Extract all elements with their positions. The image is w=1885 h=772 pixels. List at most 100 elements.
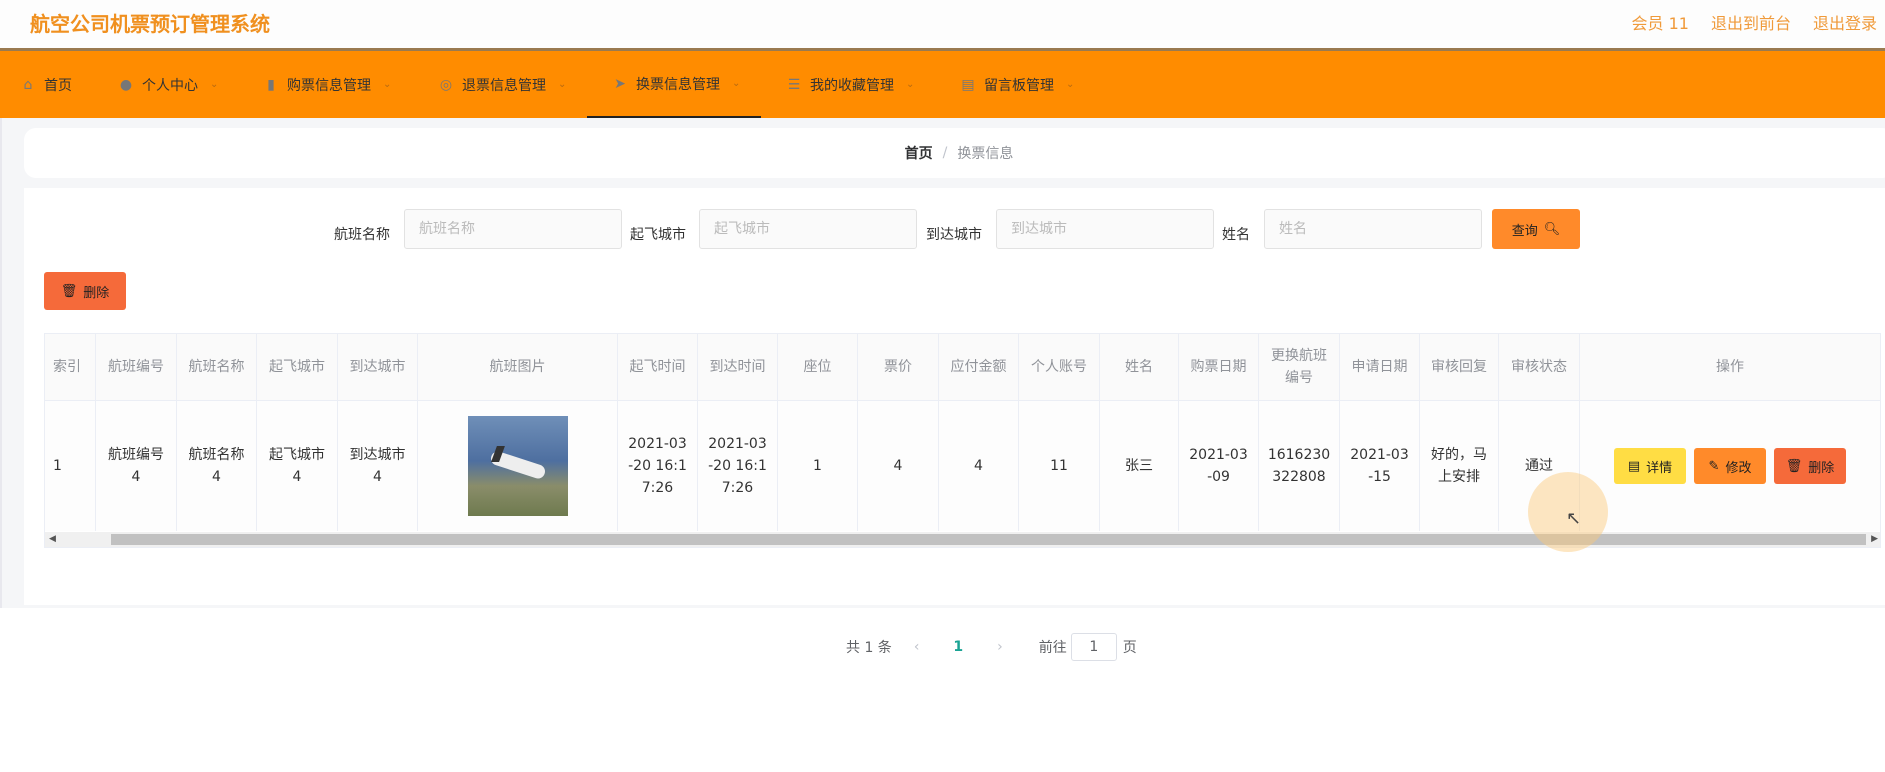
chevron-down-icon: ⌄ (732, 78, 741, 89)
top-bar: 航空公司机票预订管理系统 会员 11 退出到前台 退出登录 (0, 0, 1885, 48)
prev-page-icon[interactable]: ‹ (914, 639, 920, 655)
chevron-down-icon: ⌄ (558, 79, 567, 90)
cell-flight-no: 航班编号4 (96, 401, 177, 531)
cell-actions: ▤ 详情 ✎ 修改 🗑 删除 (1580, 401, 1880, 531)
cell-review-reply: 好的，马上安排 (1420, 401, 1499, 531)
cell-flight-image (418, 401, 618, 531)
page-number[interactable]: 1 (953, 639, 963, 655)
column-header-arrival-time: 到达时间 (698, 334, 778, 401)
logout-link[interactable]: 退出登录 (1813, 10, 1877, 34)
cell-purchase-date: 2021-03-09 (1179, 401, 1259, 531)
mouse-cursor-icon: ↖ (1566, 508, 1582, 529)
cell-new-flight-no: 1616230322808 (1259, 401, 1340, 531)
chevron-down-icon: ⌄ (1066, 79, 1075, 90)
cell-departure-city: 起飞城市4 (257, 401, 338, 531)
app-title: 航空公司机票预订管理系统 (30, 12, 270, 36)
column-header-purchase-date: 购票日期 (1179, 334, 1259, 401)
main-card: 航班名称 起飞城市 到达城市 姓名 查询🔍︎ 🗑删除 索引航班编号航班名称起飞城… (24, 188, 1885, 661)
detail-label: 详情 (1646, 460, 1673, 476)
flight-name-input[interactable] (404, 209, 622, 249)
page-suffix: 页 (1122, 640, 1137, 656)
nav-label: 留言板管理 (984, 77, 1054, 94)
back-to-front-link[interactable]: 退出到前台 (1711, 10, 1791, 34)
batch-delete-button[interactable]: 🗑 删除 (44, 272, 126, 310)
chat-icon: ▮ (267, 76, 275, 93)
delete-icon: 🗑 (1785, 458, 1803, 474)
column-header-flight-name: 航班名称 (177, 334, 257, 401)
arrival-city-input[interactable] (996, 209, 1214, 249)
nav-exchange[interactable]: ➤ 换票信息管理 ⌄ (587, 51, 761, 118)
column-header-departure-time: 起飞时间 (618, 334, 698, 401)
search-icon: 🔍︎ (1543, 221, 1561, 237)
goto-label: 前往 (1038, 640, 1067, 656)
total-count: 共 1 条 (846, 640, 892, 656)
cell-name: 张三 (1100, 401, 1179, 531)
flight-name-label: 航班名称 (334, 227, 390, 243)
edit-button[interactable]: ✎ 修改 (1694, 448, 1766, 484)
page-jump-input[interactable] (1070, 633, 1117, 661)
column-header-amount: 应付金额 (939, 334, 1019, 401)
detail-icon: ▤ (1627, 458, 1641, 474)
column-header-price: 票价 (858, 334, 939, 401)
breadcrumb-home[interactable]: 首页 (905, 143, 933, 163)
main-nav: ⌂ 首页 ● 个人中心 ⌄ ▮ 购票信息管理 ⌄ ◎ 退票信息管理 ⌄ ➤ 换票信息管理 ⌄ ☰ 我… (0, 48, 1885, 118)
nav-personal-center[interactable]: ● 个人中心 ⌄ (118, 51, 219, 118)
column-header-account: 个人账号 (1019, 334, 1100, 401)
table-header: 索引 航班编号 航班名称 起飞城市 到达城市 航班图片 起飞时间 到达时间 座位 票价 应付金额 个人… (45, 334, 1880, 401)
column-header-review-reply: 审核回复 (1420, 334, 1499, 401)
delete-label: 删除 (83, 285, 110, 301)
column-header-apply-date: 申请日期 (1340, 334, 1420, 401)
nav-favorites[interactable]: ☰ 我的收藏管理 ⌄ (786, 51, 915, 118)
breadcrumb-current: 换票信息 (957, 146, 1014, 162)
chevron-down-icon: ⌄ (906, 79, 915, 90)
column-header-new-flight-no: 更换航班编号 (1259, 334, 1340, 401)
horizontal-scrollbar[interactable]: ◀ ▶ (45, 532, 1880, 547)
member-link[interactable]: 会员 11 (1632, 10, 1689, 34)
delete-button[interactable]: 🗑 删除 (1774, 448, 1846, 484)
chevron-down-icon: ⌄ (383, 79, 392, 90)
cell-arrival-time: 2021-03-20 16:17:26 (698, 401, 778, 531)
nav-home[interactable]: ⌂ 首页 (20, 51, 72, 118)
arrival-city-label: 到达城市 (926, 227, 982, 243)
nav-refund[interactable]: ◎ 退票信息管理 ⌄ (438, 51, 567, 118)
cell-index: 1 (45, 401, 96, 531)
pagination: 共 1 条 ‹ 1 › 前往 页 (846, 633, 1137, 661)
cell-amount: 4 (939, 401, 1019, 531)
nav-label: 个人中心 (142, 77, 198, 94)
trash-icon: 🗑 (60, 283, 78, 299)
column-header-flight-no: 航班编号 (96, 334, 177, 401)
nav-purchase[interactable]: ▮ 购票信息管理 ⌄ (263, 51, 391, 118)
scroll-left-icon[interactable]: ◀ (49, 532, 56, 547)
briefcase-icon: ▤ (961, 76, 975, 93)
edit-icon: ✎ (1708, 458, 1720, 474)
scroll-right-icon[interactable]: ▶ (1871, 532, 1878, 547)
flight-image (467, 416, 568, 516)
nav-messages[interactable]: ▤ 留言板管理 ⌄ (960, 51, 1074, 118)
column-header-seat: 座位 (778, 334, 858, 401)
column-header-index: 索引 (45, 334, 96, 401)
column-header-review-status: 审核状态 (1499, 334, 1580, 401)
cell-flight-name: 航班名称4 (177, 401, 257, 531)
home-icon: ⌂ (23, 76, 33, 93)
cell-price: 4 (858, 401, 939, 531)
scrollbar-thumb[interactable] (111, 534, 1866, 545)
compass-icon: ◎ (439, 76, 453, 93)
departure-city-input[interactable] (699, 209, 917, 249)
query-button[interactable]: 查询 🔍︎ (1492, 209, 1580, 249)
detail-button[interactable]: ▤ 详情 (1614, 448, 1686, 484)
user-icon: ● (119, 76, 133, 93)
name-label: 姓名 (1222, 227, 1250, 243)
content-area: 首页 / 换票信息 航班名称 起飞城市 到达城市 姓名 查询🔍︎ 🗑删除 索引航… (0, 118, 1885, 661)
name-input[interactable] (1264, 209, 1482, 249)
column-header-arrival-city: 到达城市 (338, 334, 418, 401)
next-page-icon[interactable]: › (997, 639, 1003, 655)
cell-departure-time: 2021-03-20 16:17:26 (618, 401, 698, 531)
column-header-name: 姓名 (1100, 334, 1179, 401)
nav-label: 首页 (44, 77, 72, 94)
breadcrumb: 首页 / 换票信息 (24, 128, 1885, 178)
nav-label: 退票信息管理 (462, 77, 546, 94)
column-header-actions: 操作 (1580, 334, 1880, 401)
column-header-flight-image: 航班图片 (418, 334, 618, 401)
departure-city-label: 起飞城市 (630, 227, 686, 243)
edit-label: 修改 (1725, 460, 1752, 476)
